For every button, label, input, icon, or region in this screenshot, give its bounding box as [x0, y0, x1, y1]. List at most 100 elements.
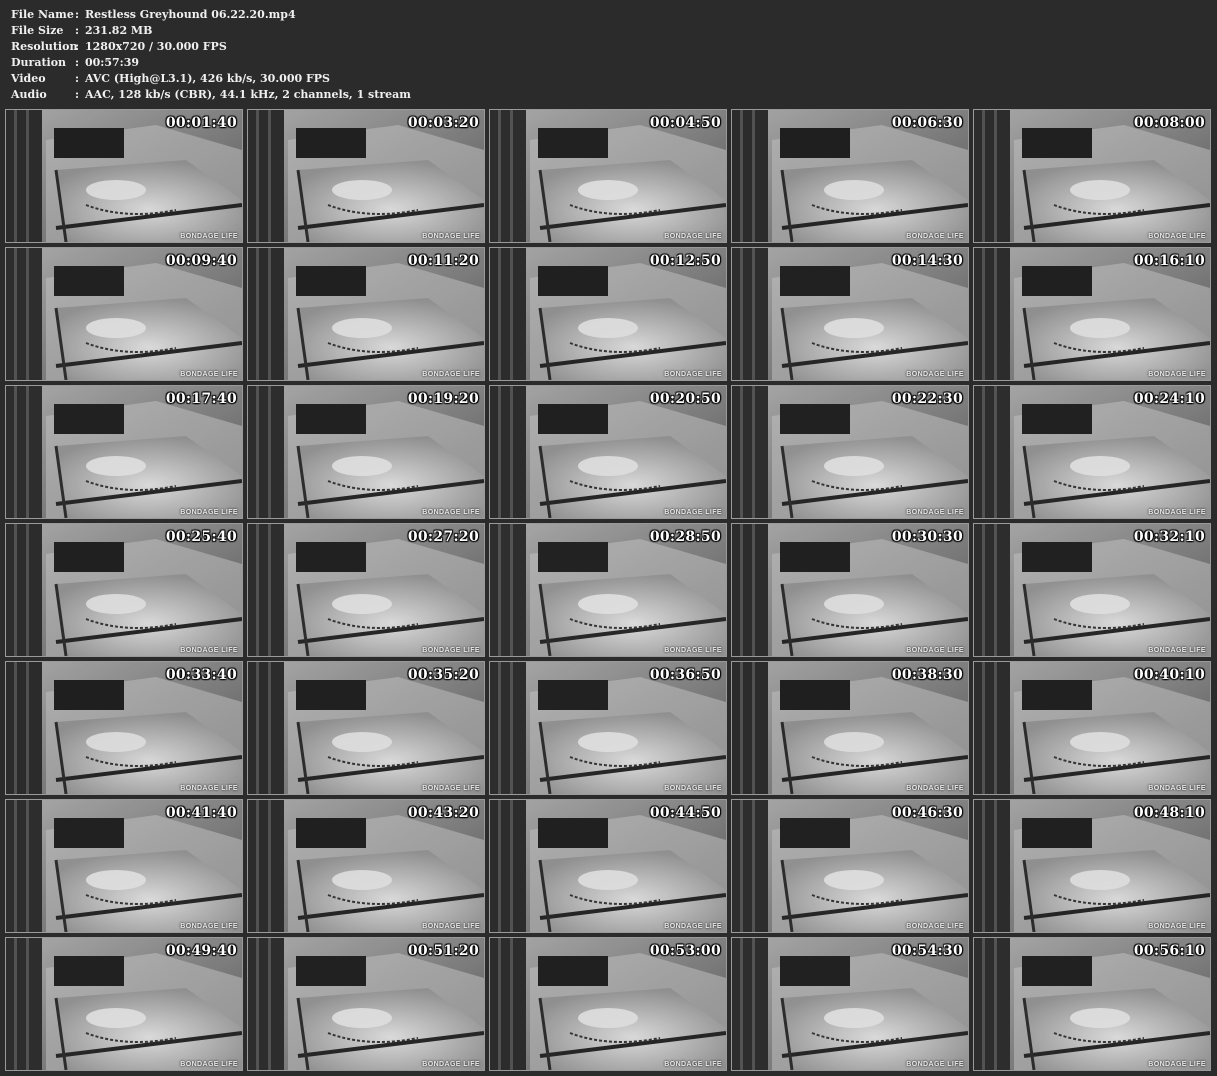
timestamp-label: 00:32:10 [1133, 529, 1205, 545]
watermark-logo: BONDAGE LIFE [180, 233, 238, 240]
timestamp-label: 00:35:20 [407, 667, 479, 683]
info-label: Resolution [11, 40, 78, 53]
watermark-logo: BONDAGE LIFE [906, 371, 964, 378]
watermark-logo: BONDAGE LIFE [906, 785, 964, 792]
video-thumbnail: 00:28:50 BONDAGE LIFE [489, 523, 727, 657]
watermark-logo: BONDAGE LIFE [664, 647, 722, 654]
video-thumbnail: 00:03:20 BONDAGE LIFE [247, 109, 485, 243]
video-thumbnail: 00:49:40 BONDAGE LIFE [5, 937, 243, 1071]
timestamp-label: 00:51:20 [407, 943, 479, 959]
watermark-logo: BONDAGE LIFE [664, 371, 722, 378]
timestamp-label: 00:01:40 [165, 115, 237, 131]
watermark-logo: BONDAGE LIFE [180, 371, 238, 378]
video-thumbnail: 00:51:20 BONDAGE LIFE [247, 937, 485, 1071]
info-label: File Name [11, 8, 74, 21]
video-thumbnail: 00:08:00 BONDAGE LIFE [973, 109, 1211, 243]
info-separator: : [75, 24, 80, 37]
video-thumbnail: 00:14:30 BONDAGE LIFE [731, 247, 969, 381]
watermark-logo: BONDAGE LIFE [664, 1061, 722, 1068]
watermark-logo: BONDAGE LIFE [664, 923, 722, 930]
watermark-logo: BONDAGE LIFE [422, 785, 480, 792]
watermark-logo: BONDAGE LIFE [1148, 233, 1206, 240]
timestamp-label: 00:33:40 [165, 667, 237, 683]
timestamp-label: 00:43:20 [407, 805, 479, 821]
timestamp-label: 00:09:40 [165, 253, 237, 269]
watermark-logo: BONDAGE LIFE [422, 1061, 480, 1068]
info-separator: : [75, 72, 80, 85]
info-label: Audio [11, 88, 47, 101]
timestamp-label: 00:53:00 [649, 943, 721, 959]
video-thumbnail: 00:25:40 BONDAGE LIFE [5, 523, 243, 657]
info-separator: : [75, 88, 80, 101]
video-thumbnail: 00:40:10 BONDAGE LIFE [973, 661, 1211, 795]
watermark-logo: BONDAGE LIFE [180, 509, 238, 516]
video-thumbnail: 00:09:40 BONDAGE LIFE [5, 247, 243, 381]
video-thumbnail: 00:17:40 BONDAGE LIFE [5, 385, 243, 519]
info-label: File Size [11, 24, 64, 37]
info-value: AVC (High@L3.1), 426 kb/s, 30.000 FPS [85, 72, 330, 85]
info-value: 1280x720 / 30.000 FPS [85, 40, 227, 53]
video-thumbnail: 00:01:40 BONDAGE LIFE [5, 109, 243, 243]
timestamp-label: 00:08:00 [1133, 115, 1205, 131]
video-thumbnail: 00:04:50 BONDAGE LIFE [489, 109, 727, 243]
timestamp-label: 00:54:30 [891, 943, 963, 959]
info-row-resolution: Resolution : 1280x720 / 30.000 FPS [11, 39, 411, 55]
watermark-logo: BONDAGE LIFE [180, 923, 238, 930]
video-thumbnail: 00:43:20 BONDAGE LIFE [247, 799, 485, 933]
video-thumbnail: 00:48:10 BONDAGE LIFE [973, 799, 1211, 933]
watermark-logo: BONDAGE LIFE [1148, 647, 1206, 654]
timestamp-label: 00:19:20 [407, 391, 479, 407]
timestamp-label: 00:12:50 [649, 253, 721, 269]
timestamp-label: 00:48:10 [1133, 805, 1205, 821]
watermark-logo: BONDAGE LIFE [664, 509, 722, 516]
info-row-audio: Audio : AAC, 128 kb/s (CBR), 44.1 kHz, 2… [11, 87, 411, 103]
timestamp-label: 00:16:10 [1133, 253, 1205, 269]
timestamp-label: 00:27:20 [407, 529, 479, 545]
video-thumbnail: 00:30:30 BONDAGE LIFE [731, 523, 969, 657]
info-separator: : [75, 56, 80, 69]
timestamp-label: 00:24:10 [1133, 391, 1205, 407]
watermark-logo: BONDAGE LIFE [422, 233, 480, 240]
timestamp-label: 00:46:30 [891, 805, 963, 821]
timestamp-label: 00:14:30 [891, 253, 963, 269]
timestamp-label: 00:30:30 [891, 529, 963, 545]
video-thumbnail: 00:44:50 BONDAGE LIFE [489, 799, 727, 933]
watermark-logo: BONDAGE LIFE [1148, 923, 1206, 930]
watermark-logo: BONDAGE LIFE [422, 647, 480, 654]
watermark-logo: BONDAGE LIFE [180, 785, 238, 792]
info-value: 231.82 MB [85, 24, 153, 37]
video-thumbnail: 00:06:30 BONDAGE LIFE [731, 109, 969, 243]
video-thumbnail: 00:27:20 BONDAGE LIFE [247, 523, 485, 657]
timestamp-label: 00:56:10 [1133, 943, 1205, 959]
timestamp-label: 00:44:50 [649, 805, 721, 821]
video-thumbnail: 00:53:00 BONDAGE LIFE [489, 937, 727, 1071]
video-thumbnail: 00:36:50 BONDAGE LIFE [489, 661, 727, 795]
video-thumbnail: 00:35:20 BONDAGE LIFE [247, 661, 485, 795]
timestamp-label: 00:49:40 [165, 943, 237, 959]
thumbnail-grid: 00:01:40 BONDAGE LIFE 00:03:20 BONDAGE LIFE… [5, 109, 1211, 1071]
watermark-logo: BONDAGE LIFE [180, 647, 238, 654]
timestamp-label: 00:22:30 [891, 391, 963, 407]
watermark-logo: BONDAGE LIFE [180, 1061, 238, 1068]
info-value: 00:57:39 [85, 56, 140, 69]
watermark-logo: BONDAGE LIFE [906, 1061, 964, 1068]
watermark-logo: BONDAGE LIFE [1148, 785, 1206, 792]
video-thumbnail: 00:12:50 BONDAGE LIFE [489, 247, 727, 381]
timestamp-label: 00:28:50 [649, 529, 721, 545]
file-info-panel: File Name : Restless Greyhound 06.22.20.… [11, 7, 411, 103]
info-row-file-name: File Name : Restless Greyhound 06.22.20.… [11, 7, 411, 23]
info-row-video: Video : AVC (High@L3.1), 426 kb/s, 30.00… [11, 71, 411, 87]
video-thumbnail: 00:22:30 BONDAGE LIFE [731, 385, 969, 519]
watermark-logo: BONDAGE LIFE [906, 233, 964, 240]
info-row-duration: Duration : 00:57:39 [11, 55, 411, 71]
timestamp-label: 00:38:30 [891, 667, 963, 683]
watermark-logo: BONDAGE LIFE [906, 647, 964, 654]
timestamp-label: 00:40:10 [1133, 667, 1205, 683]
video-thumbnail: 00:24:10 BONDAGE LIFE [973, 385, 1211, 519]
watermark-logo: BONDAGE LIFE [1148, 371, 1206, 378]
video-thumbnail: 00:16:10 BONDAGE LIFE [973, 247, 1211, 381]
info-separator: : [75, 40, 80, 53]
info-row-file-size: File Size : 231.82 MB [11, 23, 411, 39]
timestamp-label: 00:41:40 [165, 805, 237, 821]
video-thumbnail: 00:11:20 BONDAGE LIFE [247, 247, 485, 381]
